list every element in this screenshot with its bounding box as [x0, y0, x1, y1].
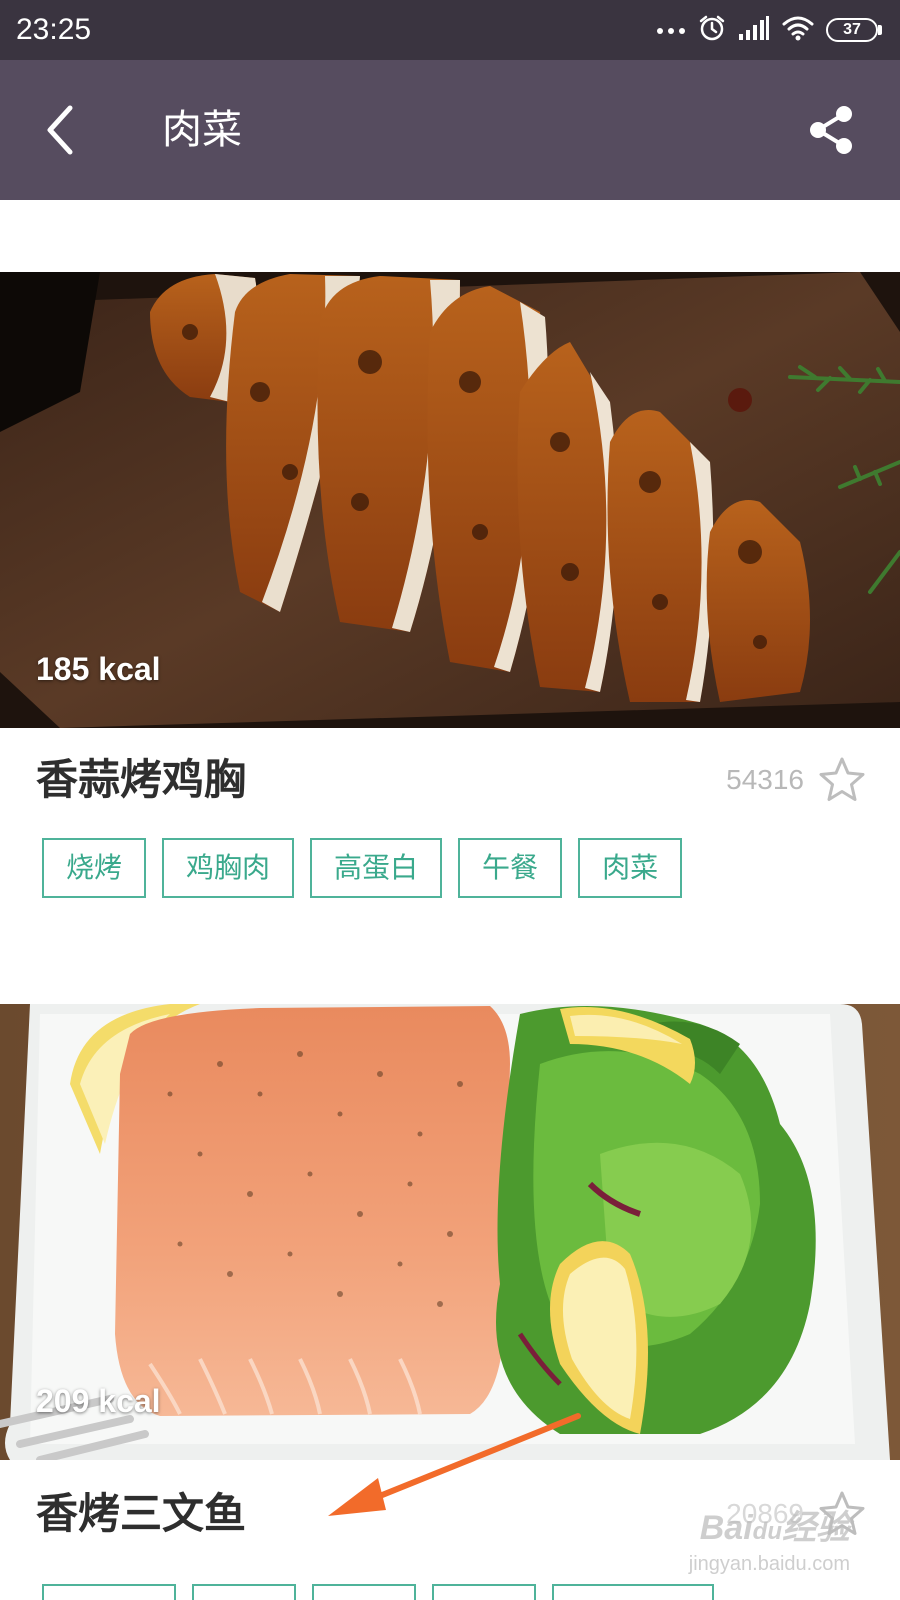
recipe-image-chicken[interactable]: 185 kcal — [0, 272, 900, 728]
more-dots-icon — [656, 21, 686, 40]
share-icon — [810, 106, 852, 154]
back-button[interactable] — [34, 100, 94, 160]
tag-chip[interactable] — [42, 1584, 176, 1600]
watermark-main: Bai — [699, 1509, 753, 1547]
tag-list — [42, 1584, 714, 1600]
status-time: 23:25 — [16, 13, 92, 46]
wifi-icon — [782, 15, 814, 45]
share-button[interactable] — [804, 100, 860, 160]
tag-chip[interactable] — [552, 1584, 714, 1600]
tag-chip[interactable]: 烧烤 — [42, 838, 147, 898]
recipe-image-salmon[interactable]: 209 kcal — [0, 1004, 900, 1460]
watermark-suffix: 经验 — [782, 1509, 850, 1547]
recipe-title[interactable]: 香烤三文鱼 — [36, 1486, 246, 1542]
tag-chip[interactable] — [192, 1584, 296, 1600]
tag-chip[interactable]: 鸡胸肉 — [162, 838, 295, 898]
baidu-watermark: Baidu经验 jingyan.baidu.com — [688, 1509, 850, 1575]
watermark-sub: jingyan.baidu.com — [688, 1553, 850, 1575]
tag-chip[interactable]: 高蛋白 — [310, 838, 443, 898]
recipe-feed[interactable]: 185 kcal 香蒜烤鸡胸 54316 烧烤 鸡胸肉 高蛋白 午餐 肉菜 20… — [0, 200, 900, 1600]
tag-list: 烧烤 鸡胸肉 高蛋白 午餐 肉菜 — [42, 838, 683, 898]
signal-icon — [738, 16, 770, 44]
tag-chip[interactable]: 午餐 — [458, 838, 563, 898]
battery-icon: 37 — [826, 18, 882, 42]
status-icons: 37 — [656, 14, 882, 46]
tag-chip[interactable] — [432, 1584, 536, 1600]
recipe-card[interactable]: 185 kcal 香蒜烤鸡胸 54316 烧烤 鸡胸肉 高蛋白 午餐 肉菜 — [0, 272, 900, 912]
tag-chip[interactable]: 肉菜 — [578, 838, 683, 898]
kcal-label: 185 kcal — [36, 651, 161, 687]
star-outline-icon — [819, 757, 865, 801]
recipe-title[interactable]: 香蒜烤鸡胸 — [36, 752, 246, 808]
kcal-label: 209 kcal — [36, 1383, 161, 1419]
app-bar: 肉菜 — [0, 60, 900, 200]
tag-chip[interactable] — [312, 1584, 416, 1600]
back-chevron-icon — [47, 105, 73, 155]
favorite-count: 54316 — [726, 764, 804, 795]
alarm-icon — [698, 14, 726, 46]
page-title: 肉菜 — [162, 107, 242, 153]
battery-level: 37 — [826, 18, 878, 42]
favorite-button[interactable] — [818, 756, 866, 804]
status-bar: 23:25 37 — [0, 0, 900, 60]
